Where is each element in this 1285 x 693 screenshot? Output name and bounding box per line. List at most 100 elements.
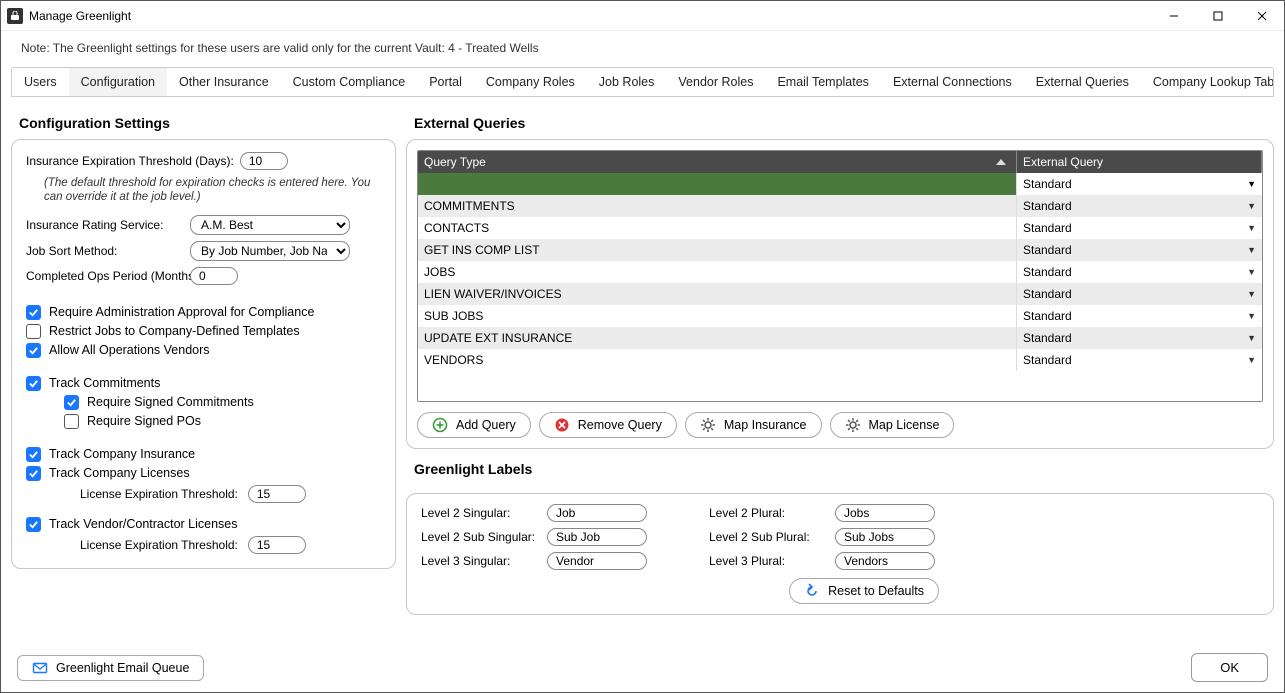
jobsort-select[interactable]: By Job Number, Job Name: [190, 241, 350, 261]
table-row[interactable]: SUB JOBSStandard▼: [418, 305, 1262, 327]
threshold-label: Insurance Expiration Threshold (Days):: [26, 154, 234, 168]
restrict-jobs-checkbox[interactable]: [26, 324, 41, 339]
grid-body: Standard▼COMMITMENTSStandard▼CONTACTSSta…: [418, 173, 1262, 371]
config-group: Insurance Expiration Threshold (Days): (…: [11, 139, 396, 569]
external-query-cell[interactable]: Standard▼: [1017, 195, 1262, 217]
gear-icon: [700, 417, 716, 433]
l3p-label: Level 3 Plural:: [709, 554, 829, 568]
map-license-button[interactable]: Map License: [830, 412, 955, 438]
threshold-input[interactable]: [240, 152, 288, 170]
table-row[interactable]: UPDATE EXT INSURANCEStandard▼: [418, 327, 1262, 349]
external-query-cell[interactable]: Standard▼: [1017, 261, 1262, 283]
close-button[interactable]: [1240, 1, 1284, 31]
allow-ops-checkbox[interactable]: [26, 343, 41, 358]
table-row[interactable]: VENDORSStandard▼: [418, 349, 1262, 371]
external-query-cell[interactable]: Standard▼: [1017, 305, 1262, 327]
query-type-cell: CONTACTS: [418, 217, 1017, 239]
table-row[interactable]: CONTACTSStandard▼: [418, 217, 1262, 239]
external-query-cell[interactable]: Standard▼: [1017, 217, 1262, 239]
track-comp-lic-checkbox[interactable]: [26, 466, 41, 481]
add-query-button[interactable]: Add Query: [417, 412, 531, 438]
l2ss-input[interactable]: [547, 528, 647, 546]
gear-icon: [845, 417, 861, 433]
l2sp-input[interactable]: [835, 528, 935, 546]
reset-defaults-button[interactable]: Reset to Defaults: [789, 578, 939, 604]
sort-asc-icon: [996, 159, 1006, 165]
external-query-cell[interactable]: Standard▼: [1017, 173, 1262, 195]
col-query-type[interactable]: Query Type: [418, 151, 1017, 173]
require-admin-checkbox[interactable]: [26, 305, 41, 320]
tab-configuration[interactable]: Configuration: [69, 68, 167, 96]
tab-company-roles[interactable]: Company Roles: [474, 68, 587, 96]
tab-email-templates[interactable]: Email Templates: [765, 68, 880, 96]
query-type-cell: UPDATE EXT INSURANCE: [418, 327, 1017, 349]
track-comp-lic-label: Track Company Licenses: [49, 466, 190, 480]
queries-group: Query Type External Query Standard▼COMMI…: [406, 139, 1274, 449]
remove-query-button[interactable]: Remove Query: [539, 412, 677, 438]
tab-job-roles[interactable]: Job Roles: [587, 68, 667, 96]
tab-external-queries[interactable]: External Queries: [1024, 68, 1141, 96]
completed-input[interactable]: [190, 267, 238, 285]
req-signed-commit-checkbox[interactable]: [64, 395, 79, 410]
col-external-query[interactable]: External Query: [1017, 151, 1262, 173]
allow-ops-label: Allow All Operations Vendors: [49, 343, 210, 357]
lic-exp-input-1[interactable]: [248, 485, 306, 503]
l2ss-label: Level 2 Sub Singular:: [421, 530, 541, 544]
tab-company-lookup-tables[interactable]: Company Lookup Tables: [1141, 68, 1274, 96]
l2p-input[interactable]: [835, 504, 935, 522]
table-row[interactable]: COMMITMENTSStandard▼: [418, 195, 1262, 217]
queries-grid: Query Type External Query Standard▼COMMI…: [417, 150, 1263, 402]
track-comp-ins-checkbox[interactable]: [26, 447, 41, 462]
tab-external-connections[interactable]: External Connections: [881, 68, 1024, 96]
chevron-down-icon: ▼: [1247, 311, 1256, 321]
tab-users[interactable]: Users: [12, 68, 69, 96]
config-section-title: Configuration Settings: [19, 115, 396, 131]
external-query-cell[interactable]: Standard▼: [1017, 239, 1262, 261]
window-title: Manage Greenlight: [29, 9, 131, 23]
ok-button[interactable]: OK: [1191, 653, 1268, 682]
track-vendor-lic-label: Track Vendor/Contractor Licenses: [49, 517, 238, 531]
lic-exp-label-2: License Expiration Threshold:: [80, 538, 238, 552]
chevron-down-icon: ▼: [1247, 289, 1256, 299]
lic-exp-input-2[interactable]: [248, 536, 306, 554]
maximize-button[interactable]: [1196, 1, 1240, 31]
plus-icon: [432, 417, 448, 433]
query-type-cell: GET INS COMP LIST: [418, 239, 1017, 261]
email-queue-button[interactable]: Greenlight Email Queue: [17, 655, 204, 681]
table-row[interactable]: Standard▼: [418, 173, 1262, 195]
grid-empty-space: [418, 371, 1262, 401]
restrict-jobs-label: Restrict Jobs to Company-Defined Templat…: [49, 324, 300, 338]
l3p-input[interactable]: [835, 552, 935, 570]
chevron-down-icon: ▼: [1247, 201, 1256, 211]
map-insurance-button[interactable]: Map Insurance: [685, 412, 822, 438]
external-query-cell[interactable]: Standard▼: [1017, 283, 1262, 305]
external-query-cell[interactable]: Standard▼: [1017, 327, 1262, 349]
query-type-cell: LIEN WAIVER/INVOICES: [418, 283, 1017, 305]
remove-icon: [554, 417, 570, 433]
content-area: Configuration Settings Insurance Expirat…: [1, 97, 1284, 692]
query-type-cell: VENDORS: [418, 349, 1017, 371]
track-commit-checkbox[interactable]: [26, 376, 41, 391]
query-type-cell: COMMITMENTS: [418, 195, 1017, 217]
rating-select[interactable]: A.M. Best: [190, 215, 350, 235]
table-row[interactable]: LIEN WAIVER/INVOICESStandard▼: [418, 283, 1262, 305]
tab-custom-compliance[interactable]: Custom Compliance: [281, 68, 418, 96]
table-row[interactable]: GET INS COMP LISTStandard▼: [418, 239, 1262, 261]
tab-vendor-roles[interactable]: Vendor Roles: [666, 68, 765, 96]
track-vendor-lic-checkbox[interactable]: [26, 517, 41, 532]
external-query-cell[interactable]: Standard▼: [1017, 349, 1262, 371]
tab-portal[interactable]: Portal: [417, 68, 474, 96]
l2s-input[interactable]: [547, 504, 647, 522]
query-type-cell: JOBS: [418, 261, 1017, 283]
minimize-button[interactable]: [1152, 1, 1196, 31]
chevron-down-icon: ▼: [1247, 245, 1256, 255]
chevron-down-icon: ▼: [1247, 179, 1256, 189]
l2s-label: Level 2 Singular:: [421, 506, 541, 520]
query-type-cell: SUB JOBS: [418, 305, 1017, 327]
queries-section-title: External Queries: [414, 115, 1274, 131]
tab-other-insurance[interactable]: Other Insurance: [167, 68, 281, 96]
l3s-label: Level 3 Singular:: [421, 554, 541, 568]
l3s-input[interactable]: [547, 552, 647, 570]
table-row[interactable]: JOBSStandard▼: [418, 261, 1262, 283]
req-signed-po-checkbox[interactable]: [64, 414, 79, 429]
